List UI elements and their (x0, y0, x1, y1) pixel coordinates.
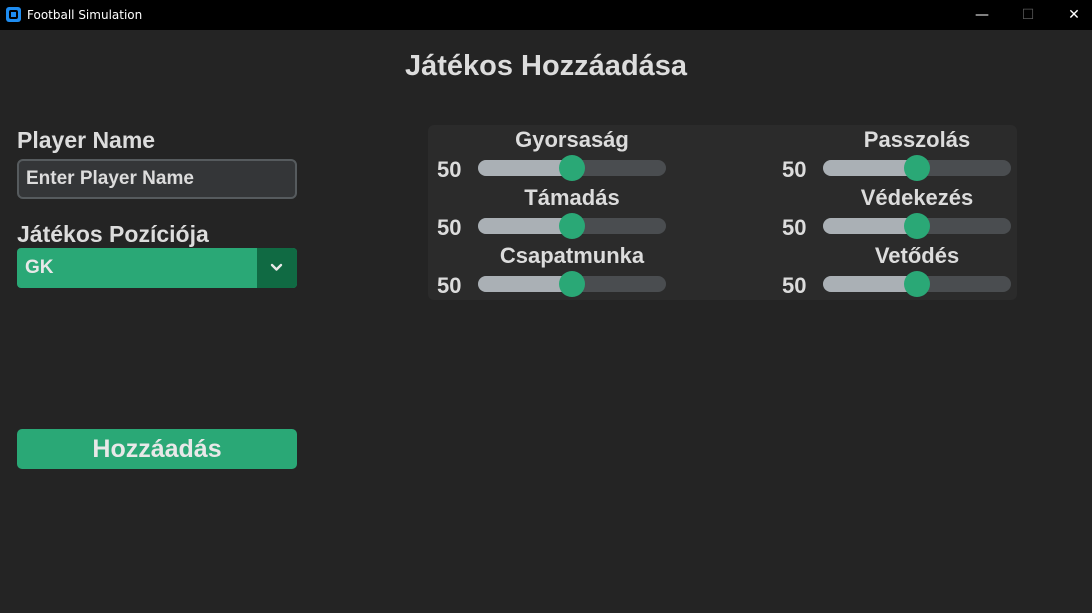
dropdown-arrow-button[interactable] (257, 248, 297, 288)
slider-handle[interactable] (559, 213, 585, 239)
attribute-slider-diving[interactable] (823, 271, 1011, 297)
slider-handle[interactable] (904, 155, 930, 181)
minimize-button[interactable]: — (959, 0, 1005, 30)
attribute-value-diving: 50 (782, 273, 807, 298)
slider-fill (823, 276, 917, 292)
attribute-slider-speed[interactable] (478, 155, 666, 181)
position-label: Játékos Pozíciója (17, 221, 209, 247)
attribute-label-speed: Gyorsaság (515, 127, 629, 152)
attribute-value-speed: 50 (437, 157, 462, 182)
attribute-value-defense: 50 (782, 215, 807, 240)
attribute-slider-defense[interactable] (823, 213, 1011, 239)
title-bar: Football Simulation — ☐ ✕ (0, 0, 1092, 30)
slider-fill (478, 218, 572, 234)
attribute-value-teamwork: 50 (437, 273, 462, 298)
position-dropdown[interactable]: GK (17, 248, 297, 288)
attribute-slider-passing[interactable] (823, 155, 1011, 181)
slider-fill (478, 160, 572, 176)
slider-fill (478, 276, 572, 292)
page-title: Játékos Hozzáadása (404, 50, 688, 82)
maximize-button[interactable]: ☐ (1005, 0, 1051, 30)
chevron-down-icon (270, 263, 283, 271)
attribute-label-attack: Támadás (524, 185, 620, 210)
window-title: Football Simulation (27, 8, 143, 22)
slider-fill (823, 218, 917, 234)
close-button[interactable]: ✕ (1051, 0, 1092, 30)
slider-fill (823, 160, 917, 176)
attribute-label-teamwork: Csapatmunka (499, 243, 645, 268)
player-name-label: Player Name (17, 127, 156, 153)
slider-handle[interactable] (559, 155, 585, 181)
attribute-slider-attack[interactable] (478, 213, 666, 239)
position-value: GK (25, 257, 54, 278)
slider-handle[interactable] (559, 271, 585, 297)
add-player-button[interactable]: Hozzáadás (17, 429, 297, 469)
slider-handle[interactable] (904, 271, 930, 297)
app-icon (6, 7, 21, 22)
attribute-value-passing: 50 (782, 157, 807, 182)
attribute-value-attack: 50 (437, 215, 462, 240)
attribute-label-passing: Passzolás (863, 127, 971, 152)
attribute-slider-teamwork[interactable] (478, 271, 666, 297)
player-name-input[interactable] (17, 159, 297, 199)
attribute-label-defense: Védekezés (860, 185, 974, 210)
slider-handle[interactable] (904, 213, 930, 239)
attribute-label-diving: Vetődés (874, 243, 960, 268)
